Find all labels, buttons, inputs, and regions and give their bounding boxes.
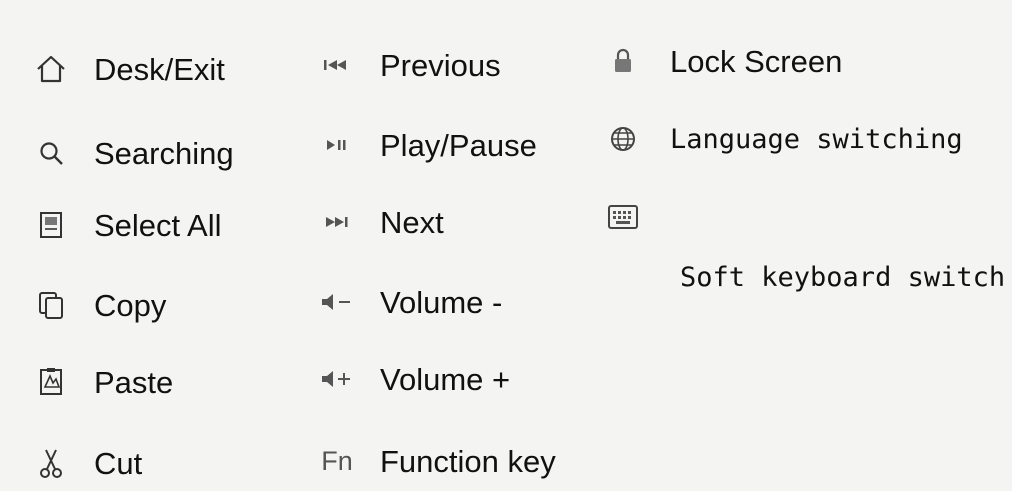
legend-label: Cut [94,445,143,481]
select-all-icon [34,208,68,242]
legend-item-next: Next [320,205,444,239]
lock-icon [606,44,640,78]
legend-label: Next [380,204,444,240]
legend-label: Lock Screen [670,43,843,79]
legend-label: Soft keyboard switch [680,262,1006,293]
legend-item-searching: Searching [34,136,234,170]
legend-item-copy: Copy [34,288,166,322]
legend-item-select-all: Select All [34,208,222,242]
legend-label: Volume + [380,361,511,397]
copy-icon [34,288,68,322]
legend-item-language-switching: Language switching [606,122,963,156]
legend-label: Play/Pause [380,127,537,163]
legend-label: Volume - [380,284,503,320]
home-icon [34,52,68,86]
legend-item-cut: Cut [34,446,142,480]
paste-icon [34,365,68,399]
legend-label: Desk/Exit [94,51,225,87]
play-pause-icon [320,128,354,162]
legend-label: Function key [380,443,556,479]
legend-item-volume-down: Volume - [320,285,502,319]
previous-icon [320,48,354,82]
globe-icon [606,122,640,156]
volume-up-icon [320,362,354,396]
legend-item-lock-screen: Lock Screen [606,44,842,78]
keyboard-icon [606,200,640,234]
legend-item-play-pause: Play/Pause [320,128,537,162]
legend-item-desk-exit: Desk/Exit [34,52,225,86]
legend-item-volume-up: Volume + [320,362,510,396]
legend-label: Previous [380,47,501,83]
legend-label: Language switching [670,123,963,155]
search-icon [34,136,68,170]
legend-item-previous: Previous [320,48,501,82]
volume-down-icon [320,285,354,319]
legend-label: Searching [94,135,234,171]
legend-item-keyboard-icon-row [606,200,666,234]
next-icon [320,205,354,239]
scissors-icon [34,446,68,480]
fn-glyph: Fn [321,445,353,476]
legend-item-paste: Paste [34,365,173,399]
legend-item-soft-keyboard-switch: Soft keyboard switch [680,264,1005,291]
legend-label: Paste [94,364,174,400]
function-key-icon: Fn [320,444,354,478]
legend-item-function-key: Fn Function key [320,444,556,478]
legend-label: Copy [94,287,167,323]
shortcut-legend: Desk/Exit Searching Select All Copy Past… [0,0,1012,491]
legend-label: Select All [94,207,222,243]
